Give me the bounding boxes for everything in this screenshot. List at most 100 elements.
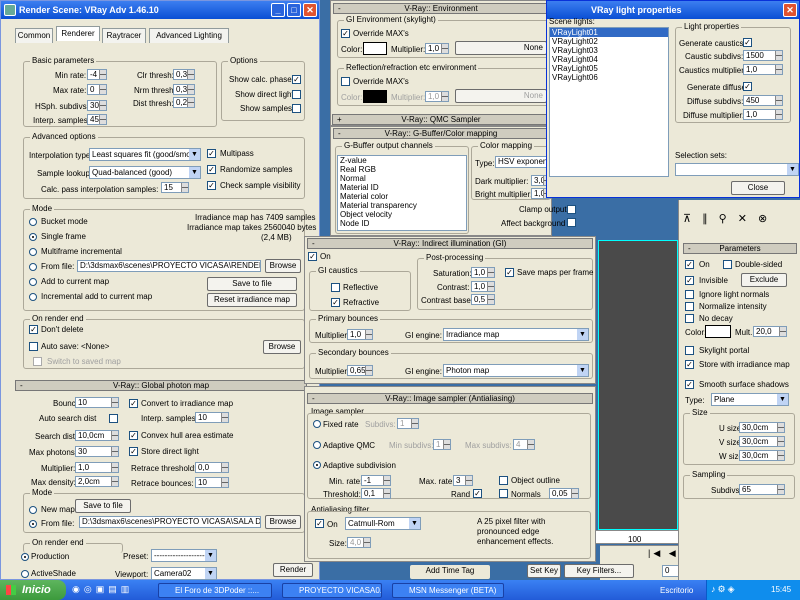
photon-save-button[interactable]: Save to file xyxy=(75,499,131,513)
min-rate-spinner[interactable]: -4 xyxy=(87,69,107,80)
tab-raytracer[interactable]: Raytracer xyxy=(102,28,146,43)
primary-engine-dropdown[interactable]: Irradiance map xyxy=(443,328,589,341)
channel-item[interactable]: Node ID xyxy=(338,219,466,228)
aa-filter-on-checkbox[interactable]: ✓ xyxy=(315,519,324,528)
smooth-shadows-checkbox[interactable]: ✓ xyxy=(685,380,694,389)
from-file-radio[interactable] xyxy=(29,263,37,271)
min-subdivs-spinner[interactable]: 1 xyxy=(433,439,451,450)
hsph-spinner[interactable]: 30 xyxy=(87,100,107,111)
panel-icons[interactable]: ⊼ ∥ ⚲ ✕ ⊗ xyxy=(683,212,771,225)
viewport-area[interactable] xyxy=(598,240,678,530)
browse-irradiance-button[interactable]: Browse xyxy=(265,259,301,273)
rand-checkbox[interactable]: ✓ xyxy=(473,489,482,498)
max-subdivs-spinner[interactable]: 4 xyxy=(513,439,535,450)
calc-pass-spinner[interactable]: 15 xyxy=(161,182,189,193)
set-key-button[interactable]: Set Key xyxy=(527,564,561,578)
incremental-radio[interactable] xyxy=(29,293,37,301)
channel-item[interactable]: Material transparency xyxy=(338,201,466,210)
dont-delete-checkbox[interactable]: ✓ xyxy=(29,325,38,334)
show-calc-checkbox[interactable]: ✓ xyxy=(292,75,301,84)
no-decay-checkbox[interactable] xyxy=(685,314,694,323)
bucket-mode-radio[interactable] xyxy=(29,218,37,226)
caustic-subdivs-spinner[interactable]: 1500 xyxy=(743,50,783,61)
check-visibility-checkbox[interactable]: ✓ xyxy=(207,181,216,190)
fixed-rate-radio[interactable] xyxy=(313,420,321,428)
channel-item[interactable]: Real RGB xyxy=(338,165,466,174)
light-item[interactable]: VRayLight03 xyxy=(550,46,668,55)
channel-item[interactable]: Object velocity xyxy=(338,210,466,219)
gen-caustics-checkbox[interactable]: ✓ xyxy=(743,38,752,47)
adaptive-qmc-radio[interactable] xyxy=(313,441,321,449)
minimize-button[interactable]: _ xyxy=(271,3,285,17)
interp-spinner[interactable]: 45 xyxy=(87,114,107,125)
override-gi-checkbox[interactable]: ✓ xyxy=(341,29,350,38)
u-size-spinner[interactable]: 30,0cm xyxy=(739,422,785,433)
photon-mult-spinner[interactable]: 1,0 xyxy=(75,462,119,473)
irradiance-path-field[interactable]: D:\3dsmax6\scenes\PROYECTO VICASA\RENDER… xyxy=(77,260,261,272)
secondary-engine-dropdown[interactable]: Photon map xyxy=(443,364,589,377)
show-samples-checkbox[interactable] xyxy=(292,104,301,113)
subdivs-spinner[interactable]: 65 xyxy=(739,484,785,495)
gi-map-none-button[interactable]: None xyxy=(455,41,547,55)
bounces-spinner[interactable]: 10 xyxy=(75,397,119,408)
production-radio[interactable] xyxy=(21,553,29,561)
taskbar-item-forum[interactable]: El Foro de 3DPoder ::... xyxy=(158,583,272,598)
render-scene-titlebar[interactable]: Render Scene: VRay Adv 1.46.10 _ □ ✕ xyxy=(1,1,319,19)
v-size-spinner[interactable]: 30,0cm xyxy=(739,436,785,447)
tray-icons[interactable]: ♪⚙◈ xyxy=(711,584,737,595)
light-item[interactable]: VRayLight01 xyxy=(550,28,668,37)
sample-lookup-dropdown[interactable]: Quad-balanced (good) xyxy=(89,166,201,179)
desktop-label[interactable]: Escritorio xyxy=(660,586,693,596)
filter-type-dropdown[interactable]: Catmull-Rom xyxy=(345,517,421,530)
save-to-file-button[interactable]: Save to file xyxy=(207,277,297,291)
environment-header[interactable]: - V-Ray:: Environment xyxy=(333,3,549,14)
contrast-spinner[interactable]: 1,0 xyxy=(471,281,495,292)
gbuffer-header[interactable]: - V-Ray:: G-Buffer/Color mapping xyxy=(333,128,549,139)
taskbar-item-msn[interactable]: MSN Messenger (BETA) xyxy=(392,583,504,598)
single-frame-radio[interactable] xyxy=(29,233,37,241)
filter-size-spinner[interactable]: 4,0 xyxy=(347,537,371,548)
interp-type-dropdown[interactable]: Least squares fit (good/smooth) xyxy=(89,148,201,161)
normalize-checkbox[interactable] xyxy=(685,302,694,311)
max-rate-spinner[interactable]: 0 xyxy=(87,84,107,95)
refl-map-none-button[interactable]: None xyxy=(455,89,547,103)
multiframe-radio[interactable] xyxy=(29,248,37,256)
save-maps-checkbox[interactable]: ✓ xyxy=(505,268,514,277)
exclude-button[interactable]: Exclude xyxy=(741,273,787,287)
channel-item[interactable]: Material color xyxy=(338,192,466,201)
dist-thresh-spinner[interactable]: 0,2 xyxy=(173,97,195,108)
contrast-base-spinner[interactable]: 0,5 xyxy=(471,294,495,305)
secondary-mult-spinner[interactable]: 0,65 xyxy=(347,365,373,376)
aa-max-rate-spinner[interactable]: 3 xyxy=(453,475,473,486)
max-photons-spinner[interactable]: 30 xyxy=(75,446,119,457)
affect-background-checkbox[interactable] xyxy=(567,218,576,227)
gi-header[interactable]: - V-Ray:: Indirect illumination (GI) xyxy=(307,238,593,249)
gbuffer-channel-list[interactable]: Z-value Real RGB Normal Material ID Mate… xyxy=(337,155,467,231)
quick-launch[interactable]: ◉◎▣▤▥ xyxy=(72,584,158,596)
light-close-x[interactable]: ✕ xyxy=(783,3,797,17)
qmc-sampler-header[interactable]: + V-Ray:: QMC Sampler xyxy=(332,114,550,125)
switch-saved-checkbox[interactable] xyxy=(33,357,42,366)
clr-thresh-spinner[interactable]: 0,3 xyxy=(173,69,195,80)
object-outline-checkbox[interactable] xyxy=(499,476,508,485)
viewport-dropdown[interactable]: Camera02 xyxy=(151,567,217,580)
w-size-spinner[interactable]: 30,0cm xyxy=(739,450,785,461)
light-item[interactable]: VRayLight05 xyxy=(550,64,668,73)
light-type-dropdown[interactable]: Plane xyxy=(711,393,789,406)
normals-checkbox[interactable] xyxy=(499,489,508,498)
light-item[interactable]: VRayLight04 xyxy=(550,55,668,64)
show-direct-checkbox[interactable] xyxy=(292,90,301,99)
close-button[interactable]: ✕ xyxy=(303,3,317,17)
store-direct-checkbox[interactable]: ✓ xyxy=(129,447,138,456)
refractive-checkbox[interactable]: ✓ xyxy=(331,298,340,307)
aa-min-rate-spinner[interactable]: -1 xyxy=(361,475,391,486)
maximize-button[interactable]: □ xyxy=(287,3,301,17)
auto-save-checkbox[interactable] xyxy=(29,342,38,351)
channel-item[interactable]: Normal xyxy=(338,174,466,183)
add-current-radio[interactable] xyxy=(29,278,37,286)
convert-irradiance-checkbox[interactable]: ✓ xyxy=(129,399,138,408)
refl-color-swatch[interactable] xyxy=(363,90,387,103)
nrm-thresh-spinner[interactable]: 0,3 xyxy=(173,84,195,95)
primary-mult-spinner[interactable]: 1,0 xyxy=(347,329,373,340)
retrace-bounces-spinner[interactable]: 10 xyxy=(195,477,229,488)
